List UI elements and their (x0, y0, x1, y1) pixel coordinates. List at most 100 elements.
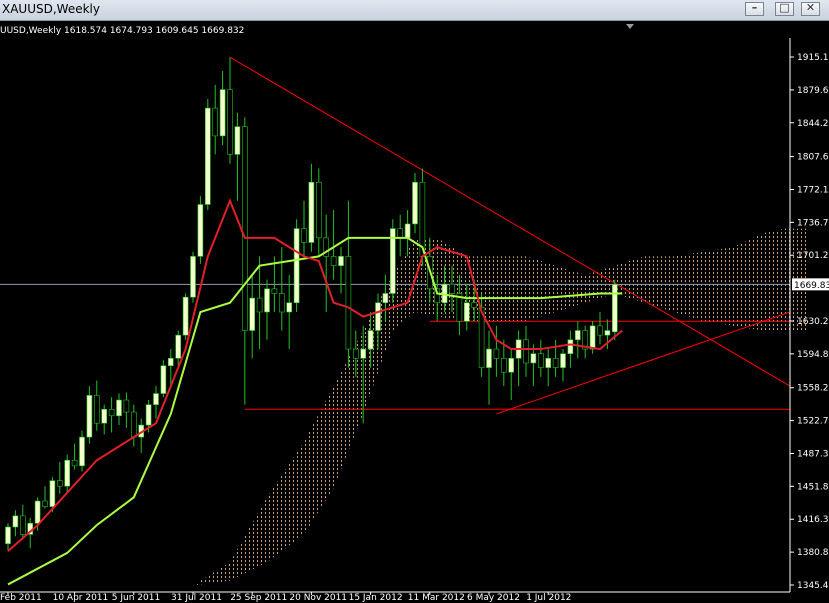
close-icon: ✕ (805, 1, 816, 14)
candle-body (523, 339, 529, 364)
candle-body (108, 408, 115, 417)
candle-body (123, 399, 130, 413)
candle-body (486, 348, 492, 368)
candle-body (242, 126, 248, 331)
price-tick-label: 1915.15 (797, 53, 829, 63)
candle-body (508, 358, 515, 373)
candle-body (463, 302, 470, 322)
candle-body (338, 256, 344, 266)
candle-body (234, 126, 241, 155)
candle-body (471, 302, 478, 308)
ohlc-info-line: UUSD,Weekly 1618.574 1674.793 1609.645 1… (0, 26, 245, 36)
price-tick-label: 1701.25 (797, 251, 829, 261)
time-tick-label: 11 Mar 2012 (408, 593, 465, 603)
candle-body (86, 395, 93, 438)
candle-body (49, 480, 56, 507)
candle-body (286, 302, 293, 313)
candle-body (71, 459, 78, 467)
candle-body (264, 288, 270, 313)
candle-body (227, 89, 233, 155)
candle-body (552, 358, 559, 368)
candle-body (12, 515, 19, 528)
candle-body (131, 411, 137, 438)
candle-body (375, 302, 381, 331)
candle-body (94, 395, 100, 424)
minimize-button[interactable]: – (745, 1, 764, 16)
price-tick-label: 1772.15 (797, 186, 829, 196)
window-title: XAUUSD,Weekly (2, 2, 100, 16)
price-tick-label: 1736.70 (797, 218, 829, 228)
time-tick-label: 6 May 2012 (467, 593, 520, 603)
candle-body (345, 256, 352, 350)
candle-body (205, 107, 211, 205)
candle-body (367, 330, 374, 350)
candle-body (168, 358, 174, 367)
candle-body (19, 515, 26, 535)
candle-body (64, 459, 70, 487)
candle-body (493, 348, 500, 359)
price-tick-label: 1416.35 (797, 515, 829, 525)
candle-body (116, 399, 122, 417)
candle-body (190, 256, 196, 298)
candle-body (449, 283, 455, 294)
candle-body (271, 288, 278, 294)
chart-window: XAUUSD,Weekly – □ ✕ 1915.15 1879.65 1844.2… (0, 0, 829, 603)
candle-body (293, 228, 300, 304)
candle-body (145, 404, 152, 426)
time-tick-label: 25 Sep 2011 (230, 593, 287, 603)
candle-body (56, 480, 63, 487)
candle-body (352, 348, 359, 359)
price-tick-label: 1879.65 (797, 86, 829, 96)
maximize-icon: □ (779, 1, 790, 14)
candle-body (560, 353, 566, 368)
time-tick-label: 20 Nov 2011 (289, 593, 347, 603)
candle-body (397, 228, 404, 239)
price-chart[interactable]: 1915.15 1879.65 1844.20 1807.65 1772.15 1736.… (0, 20, 829, 603)
candle-body (611, 284, 618, 333)
candle-body (101, 408, 107, 424)
candle-body (249, 297, 255, 331)
candle-body (589, 325, 596, 350)
candle-body (412, 181, 418, 225)
candle-body (567, 339, 574, 354)
candle-body (360, 348, 367, 359)
candle-body (5, 526, 11, 544)
time-tick-label: 5 Jun 2011 (112, 593, 160, 603)
time-tick-label: 10 Apr 2011 (53, 593, 109, 603)
candle-body (500, 358, 507, 373)
minimize-icon: – (751, 1, 758, 14)
maximize-button[interactable]: □ (775, 1, 794, 16)
title-bar[interactable]: XAUUSD,Weekly – □ ✕ (0, 0, 829, 21)
price-tick-label: 1594.80 (797, 350, 829, 360)
price-tick-label: 1558.25 (797, 384, 829, 394)
candle-body (530, 353, 537, 364)
time-tick-label: 15 Jan 2012 (349, 593, 403, 603)
candle-body (308, 181, 315, 243)
candle-body (404, 223, 411, 239)
candle-body (175, 334, 181, 359)
price-tick-label: 1807.65 (797, 153, 829, 163)
candle-body (301, 228, 307, 243)
candle-body (79, 436, 85, 467)
candle-body (315, 181, 322, 239)
candle-body (153, 393, 159, 405)
candle-body (278, 293, 285, 313)
candle-body (42, 500, 48, 507)
candle-body (160, 365, 167, 394)
price-tick-label: 1630.25 (797, 317, 829, 327)
time-tick-label: 1 Jul 2012 (526, 593, 571, 603)
candle-body (330, 256, 337, 266)
shift-marker-icon[interactable] (626, 24, 634, 29)
current-price-label: 1669.83 (794, 281, 829, 291)
candle-body (545, 358, 552, 368)
candle-body (597, 325, 603, 336)
candle-body (197, 204, 204, 257)
price-tick-label: 1522.78 (797, 417, 829, 427)
candle-body (34, 500, 41, 524)
candle-body (537, 353, 544, 368)
price-tick-label: 1345.40 (797, 581, 829, 591)
candle-body (382, 293, 389, 304)
price-tick-label: 1380.88 (797, 548, 829, 558)
candle-body (212, 107, 218, 137)
close-button[interactable]: ✕ (801, 1, 820, 16)
